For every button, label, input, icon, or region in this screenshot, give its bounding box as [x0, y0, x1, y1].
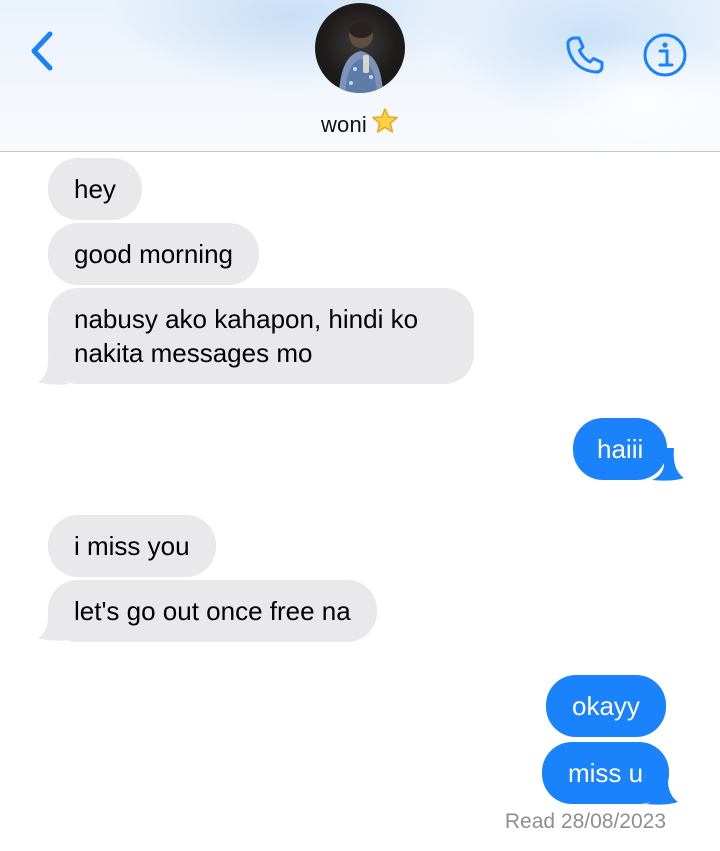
message-bubble-incoming[interactable]: nabusy ako kahapon, hindi ko nakita mess…: [48, 288, 474, 384]
conversation-header: woni: [0, 0, 720, 152]
message-bubble-outgoing[interactable]: okayy: [546, 675, 666, 737]
message-text: okayy: [572, 691, 640, 721]
contact-avatar[interactable]: [315, 3, 405, 93]
message-text: hey: [74, 174, 116, 204]
bubble-tail: [652, 448, 684, 481]
header-background-cloud: [110, 0, 470, 90]
message-text: let's go out once free na: [74, 596, 351, 626]
message-bubble-incoming[interactable]: let's go out once free na: [48, 580, 377, 642]
bubble-tail: [38, 608, 70, 641]
star-emoji-icon: [371, 107, 399, 141]
contact-name[interactable]: woni: [0, 107, 720, 141]
message-text-line: nabusy ako kahapon, hindi ko: [74, 304, 419, 334]
message-text: i miss you: [74, 531, 190, 561]
message-text-line: nakita messages mo: [74, 338, 313, 368]
info-button[interactable]: [640, 30, 690, 80]
avatar-photo: [339, 22, 383, 93]
bubble-tail: [646, 772, 678, 805]
chevron-left-icon: [31, 31, 53, 71]
message-bubble-incoming[interactable]: good morning: [48, 223, 259, 285]
message-bubble-incoming[interactable]: i miss you: [48, 515, 216, 577]
call-button[interactable]: [560, 30, 610, 80]
message-text: haiii: [597, 434, 644, 464]
message-bubble-incoming[interactable]: hey: [48, 158, 142, 220]
read-receipt: Read 28/08/2023: [504, 810, 666, 833]
message-text: good morning: [74, 239, 233, 269]
bubble-tail: [38, 352, 70, 385]
info-icon: [643, 33, 687, 77]
phone-icon: [566, 36, 604, 74]
contact-name-text: woni: [320, 112, 368, 137]
back-button[interactable]: [24, 26, 64, 76]
message-text: miss u: [568, 758, 644, 788]
